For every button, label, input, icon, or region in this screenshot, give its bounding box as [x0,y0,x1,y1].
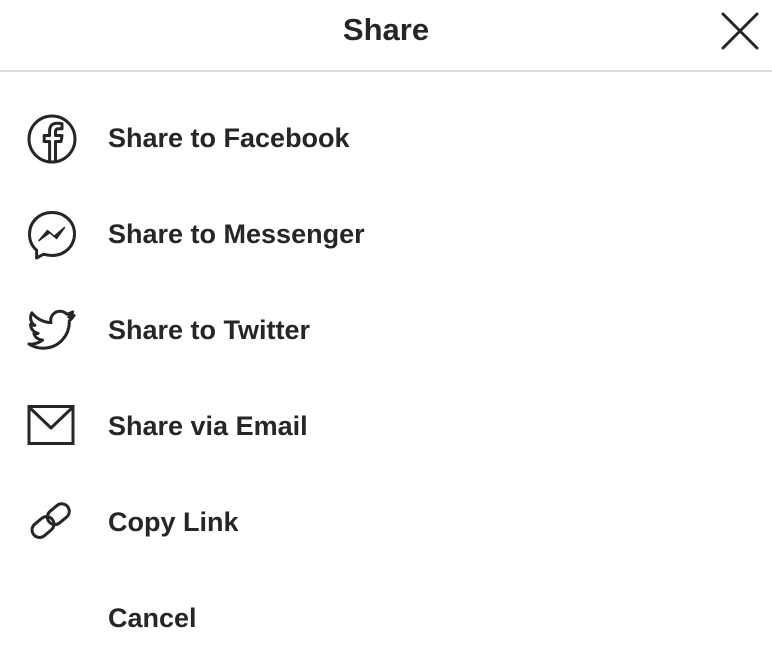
facebook-icon [26,113,78,165]
copy-link-button[interactable]: Copy Link [0,476,772,572]
share-email-button[interactable]: Share via Email [0,380,772,476]
twitter-icon [26,305,78,357]
share-email-label: Share via Email [108,411,308,441]
messenger-icon [26,209,78,261]
email-icon [26,401,78,453]
close-icon [721,12,759,50]
link-icon [26,497,78,549]
share-facebook-label: Share to Facebook [108,123,350,153]
share-options-list: Share to Facebook Share to Messenger Sha… [0,92,772,668]
share-messenger-button[interactable]: Share to Messenger [0,188,772,284]
share-messenger-label: Share to Messenger [108,219,365,249]
dialog-title: Share [342,12,430,47]
cancel-label: Cancel [108,603,197,633]
share-twitter-label: Share to Twitter [108,315,311,345]
share-twitter-button[interactable]: Share to Twitter [0,284,772,380]
cancel-button[interactable]: Cancel [0,572,772,668]
copy-link-label: Copy Link [108,507,239,537]
dialog-header: Share [0,0,772,72]
close-button[interactable] [720,11,760,51]
share-facebook-button[interactable]: Share to Facebook [0,92,772,188]
share-dialog: Share Share to Facebook Share to Messeng… [0,0,772,672]
